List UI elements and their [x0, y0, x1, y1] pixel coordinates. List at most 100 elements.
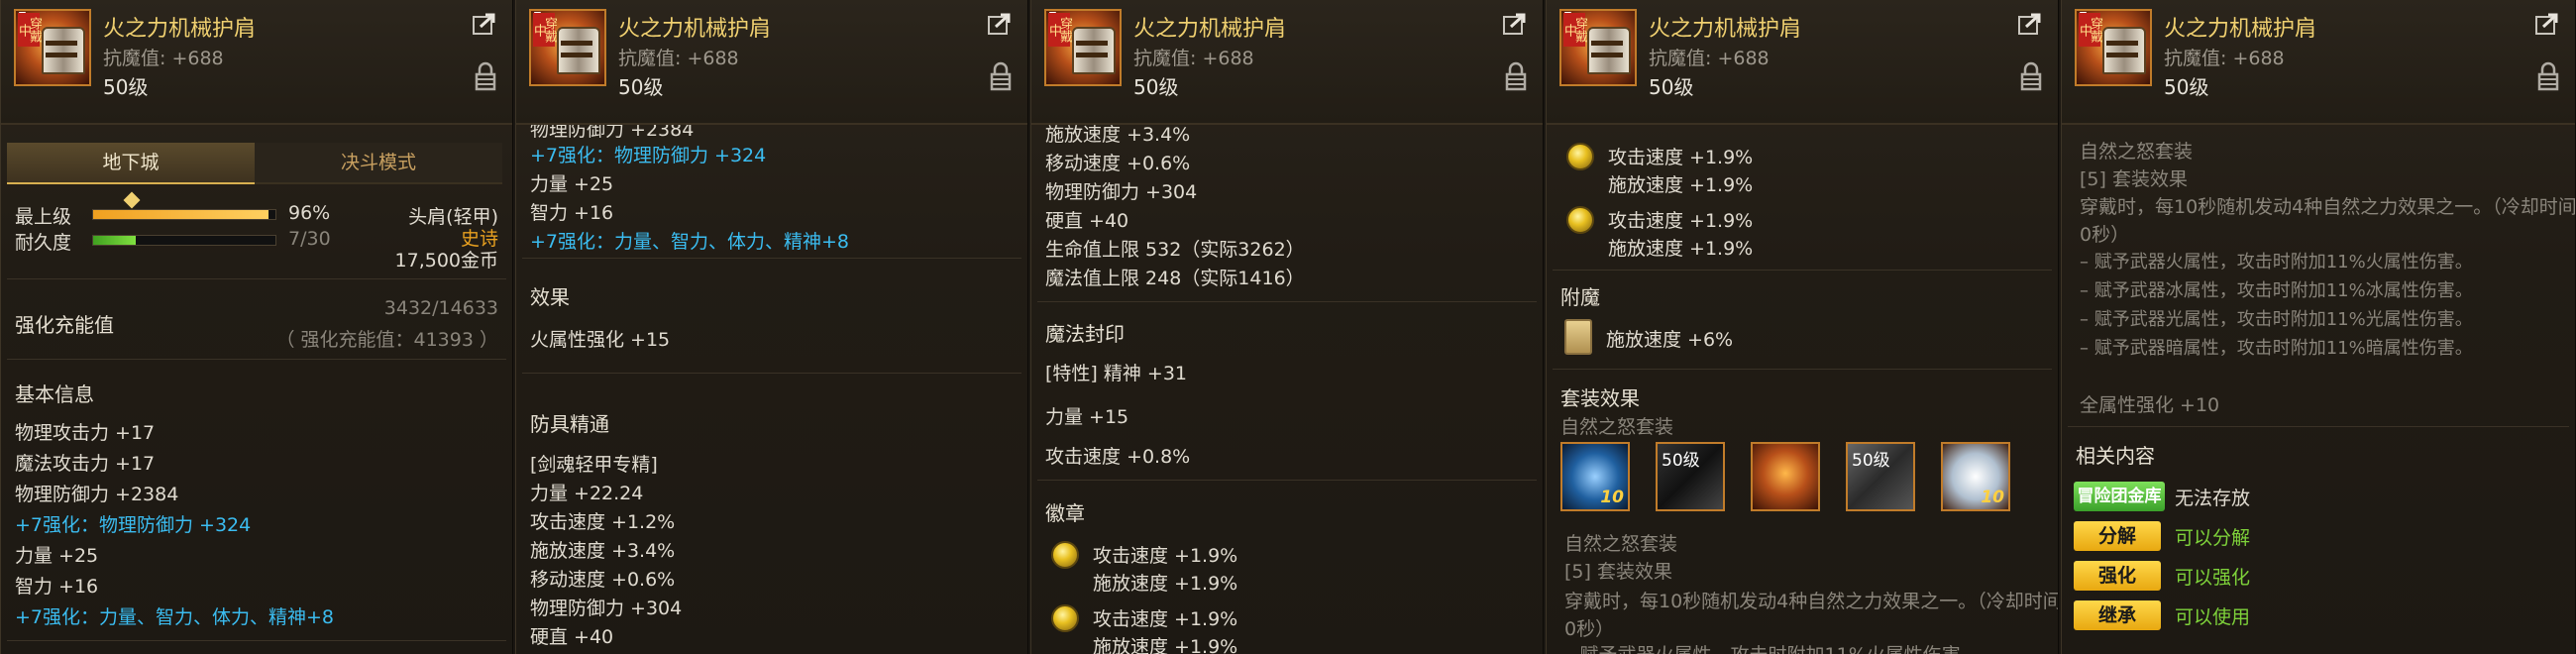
mastery-line: 移动速度 +0.6% [530, 569, 676, 591]
emblem-coin-icon [1051, 604, 1079, 632]
stat-line: +7强化：力量、智力、体力、精神+8 [530, 231, 850, 253]
action-button[interactable]: 强化 [2074, 561, 2161, 591]
share-icon[interactable] [1503, 12, 1529, 36]
item-icon[interactable]: F 穿戴中 [14, 9, 91, 86]
emblem-line: 攻击速度 +1.9% [1093, 608, 1238, 630]
lock-icon[interactable] [2020, 61, 2042, 91]
lock-icon[interactable] [1505, 61, 1527, 91]
set-effect-line: – 赋予武器火属性，攻击时附加11%火属性伤害。 [2080, 252, 2473, 272]
tab-pvp[interactable]: 决斗模式 [255, 143, 502, 184]
set-piece-label: 10 [1981, 488, 2004, 507]
durability-value: 7/30 [288, 228, 331, 250]
item-level: 50级 [2164, 75, 2209, 99]
stat-line: +7强化：力量、智力、体力、精神+8 [15, 606, 335, 628]
tooltip-panel-4: F 穿戴中 火之力机械护肩 抗魔值: +688 50级 攻击速度 +1.9% 施… [1546, 0, 2059, 654]
item-name: 火之力机械护肩 [618, 17, 772, 42]
emblem-line: 施放速度 +1.9% [1093, 573, 1238, 595]
share-icon[interactable] [473, 12, 498, 36]
equipped-tag: 穿戴中 [1046, 13, 1072, 47]
emblem-coin-icon [1566, 206, 1594, 234]
lock-icon[interactable] [2537, 61, 2559, 91]
emblem-title: 徽章 [1045, 501, 1085, 525]
set-piece-icon[interactable]: 10 [1560, 442, 1630, 511]
item-level: 50级 [103, 75, 149, 99]
charge-note: （ 强化充能值：41393 ） [275, 329, 498, 351]
stat-line: +7强化：物理防御力 +324 [15, 514, 252, 536]
share-icon[interactable] [2018, 12, 2044, 36]
stat-line: 施放速度 +3.4% [1045, 125, 1191, 146]
emblem-line: 攻击速度 +1.9% [1608, 210, 1754, 232]
action-button[interactable]: 冒险团金库 [2074, 482, 2165, 511]
stat-line: 物理攻击力 +17 [15, 422, 156, 444]
panel-content: 施放速度 +3.4% 移动速度 +0.6% 物理防御力 +304 硬直 +40 生命值上… [1031, 125, 1543, 654]
active-tab-marker [123, 191, 141, 209]
emblem-line: 攻击速度 +1.9% [1093, 545, 1238, 567]
panel-content: 自然之怒套装 [5] 套装效果 穿戴时，每10秒随机发动4种自然之力效果之一。（… [2062, 125, 2575, 654]
stat-line: 物理防御力 +2384 [530, 125, 695, 141]
item-name: 火之力机械护肩 [1133, 17, 1287, 42]
item-header: F 穿戴中 火之力机械护肩 抗魔值: +688 50级 [2062, 0, 2575, 125]
set-desc: 0秒） [1564, 618, 1615, 640]
effect-line: 火属性强化 +15 [530, 329, 671, 351]
item-header: F 穿戴中 火之力机械护肩 抗魔值: +688 50级 [1031, 0, 1543, 125]
item-icon[interactable]: F 穿戴中 [529, 9, 606, 86]
durability-bar [92, 235, 276, 246]
panel-content: 物理防御力 +2384 +7强化：物理防御力 +324 力量 +25 智力 +1… [516, 125, 1027, 654]
set-piece-icon[interactable]: 50级 [1656, 442, 1725, 511]
action-button[interactable]: 分解 [2074, 521, 2161, 551]
mode-tabs: 地下城 决斗模式 [7, 143, 502, 209]
set-desc: 0秒） [2080, 224, 2130, 246]
set-effect-line: – 赋予武器冰属性，攻击时附加11%冰属性伤害。 [2080, 280, 2473, 301]
item-icon[interactable]: F 穿戴中 [1044, 9, 1122, 86]
item-level: 50级 [1133, 75, 1179, 99]
basic-info-title: 基本信息 [15, 382, 94, 406]
set-effect-line: – 赋予武器暗属性，攻击时附加11%暗属性伤害。 [2080, 338, 2473, 359]
item-icon[interactable]: F 穿戴中 [2075, 9, 2152, 86]
emblem-line: 施放速度 +1.9% [1093, 636, 1238, 654]
emblem-line: 攻击速度 +1.9% [1608, 147, 1754, 168]
max-level-label: 最上级 [15, 206, 72, 228]
share-icon[interactable] [2535, 12, 2561, 36]
lock-icon[interactable] [475, 61, 496, 91]
enchant-line: 施放速度 +6% [1606, 329, 1734, 351]
set-piece-label: 10 [1600, 488, 1624, 507]
charge-label: 强化充能值 [15, 313, 114, 337]
item-name: 火之力机械护肩 [103, 17, 257, 42]
mastery-line: 硬直 +40 [530, 626, 614, 648]
set-desc: 穿戴时，每10秒随机发动4种自然之力效果之一。（冷却时间1 [2080, 196, 2575, 218]
set-piece-icon[interactable]: 50级 [1846, 442, 1915, 511]
sell-price: 17,500金币 [394, 250, 498, 272]
magic-resist: 抗魔值: +688 [103, 48, 224, 69]
stat-line: 硬直 +40 [1045, 210, 1129, 232]
item-icon[interactable]: F 穿戴中 [1559, 9, 1637, 86]
set-name: 自然之怒套装 [1564, 533, 1678, 555]
set-name: 自然之怒套装 [1560, 416, 1674, 438]
set-piece-icon[interactable]: 10 [1941, 442, 2010, 511]
set-piece-label: 50级 [1852, 451, 1890, 471]
item-header: F 穿戴中 火之力机械护肩 抗魔值: +688 50级 [1547, 0, 2058, 125]
mastery-line: 物理防御力 +304 [530, 598, 683, 619]
stat-line: 物理防御力 +304 [1045, 181, 1198, 203]
action-button[interactable]: 继承 [2074, 600, 2161, 630]
equipped-tag: 穿戴中 [16, 13, 42, 47]
emblem-coin-icon [1566, 143, 1594, 170]
stat-line: 魔法值上限 248（实际1416） [1045, 268, 1305, 289]
max-level-bar [92, 209, 276, 220]
emblem-line: 施放速度 +1.9% [1608, 174, 1754, 196]
stat-line: +7强化：物理防御力 +324 [530, 145, 767, 166]
set-count: [5] 套装效果 [2080, 168, 2188, 190]
max-level-pct: 96% [288, 202, 331, 224]
share-icon[interactable] [988, 12, 1014, 36]
tab-dungeon[interactable]: 地下城 [7, 143, 255, 184]
stat-line: 魔法攻击力 +17 [15, 453, 156, 475]
item-name: 火之力机械护肩 [1649, 17, 1802, 42]
lock-icon[interactable] [990, 61, 1012, 91]
tooltip-panel-5: F 穿戴中 火之力机械护肩 抗魔值: +688 50级 自然之怒套装 [5] 套… [2061, 0, 2576, 654]
item-header: F 穿戴中 火之力机械护肩 抗魔值: +688 50级 [516, 0, 1027, 125]
stat-line: 物理防御力 +2384 [15, 484, 179, 505]
set-piece-icon[interactable] [1751, 442, 1820, 511]
all-element: 全属性强化 +10 [2080, 394, 2220, 416]
set-count: [5] 套装效果 [1564, 561, 1672, 583]
stat-line: 移动速度 +0.6% [1045, 153, 1191, 174]
mastery-line: [剑魂轻甲专精] [530, 454, 658, 476]
